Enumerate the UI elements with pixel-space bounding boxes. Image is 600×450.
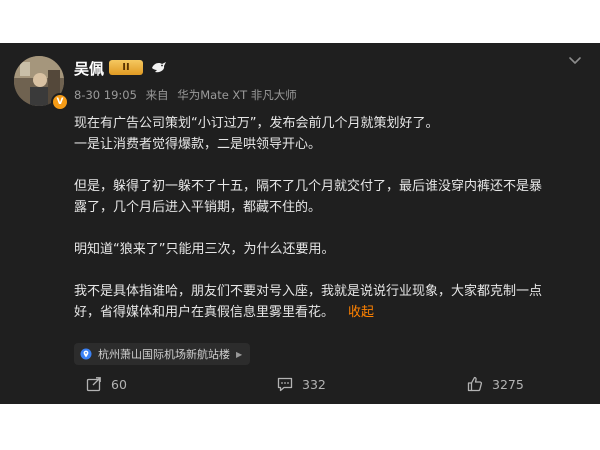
repost-count: 60 (111, 376, 127, 392)
verified-icon: V (51, 93, 69, 111)
vip-level-badge[interactable]: II (109, 60, 143, 75)
content-line: 但是，躲得了初一躲不了十五，隔不了几个月就交付了，最后谁没穿内裤还不是暴 (74, 179, 543, 194)
collapse-link[interactable]: 收起 (348, 305, 374, 320)
content-line: 露了，几个月后进入平销期，都藏不住的。 (74, 200, 322, 215)
comment-button[interactable]: 332 (277, 376, 326, 392)
post-content: 现在有广告公司策划“小订过万”，发布会前几个月就策划好了。 一是让消费者觉得爆款… (74, 113, 584, 323)
location-pin-icon (80, 348, 92, 360)
author-name[interactable]: 吴佩 (74, 58, 104, 79)
like-button[interactable]: 3275 (467, 376, 524, 392)
content-text: 好，省得媒体和用户在真假信息里雾里看花。 (74, 305, 335, 320)
post-device[interactable]: 华为Mate XT 非凡大师 (177, 88, 297, 102)
repost-button[interactable]: 60 (86, 376, 127, 392)
caret-right-icon: ▶ (236, 349, 243, 359)
post-meta: 8-30 19:05 来自 华为Mate XT 非凡大师 (74, 87, 302, 103)
content-line: 现在有广告公司策划“小订过万”，发布会前几个月就策划好了。 (74, 116, 439, 131)
content-line: 明知道“狼来了”只能用三次，为什么还要用。 (74, 242, 335, 257)
thumbs-up-icon (467, 376, 483, 392)
content-line: 我不是具体指谁哈，朋友们不要对号入座，我就是说说行业现象，大家都克制一点 (74, 284, 543, 299)
location-chip[interactable]: 杭州萧山国际机场新航站楼 ▶ (74, 343, 251, 365)
chevron-down-icon[interactable] (568, 53, 582, 67)
repost-icon (86, 377, 101, 392)
content-line-last: 好，省得媒体和用户在真假信息里雾里看花。 收起 (74, 302, 584, 323)
post-time[interactable]: 8-30 19:05 (74, 88, 137, 102)
content-line: 一是让消费者觉得爆款，二是哄领导开心。 (74, 137, 322, 152)
weibo-post-card: V 吴佩 II 8-30 19:05 来自 华为Mate XT 非凡大师 现在有… (0, 43, 600, 404)
weibo-bird-icon[interactable] (150, 59, 168, 75)
location-name: 杭州萧山国际机场新航站楼 (98, 348, 230, 361)
comment-icon (277, 377, 293, 392)
comment-count: 332 (302, 376, 326, 392)
like-count: 3275 (492, 376, 524, 392)
post-source-prefix: 来自 (145, 88, 169, 102)
